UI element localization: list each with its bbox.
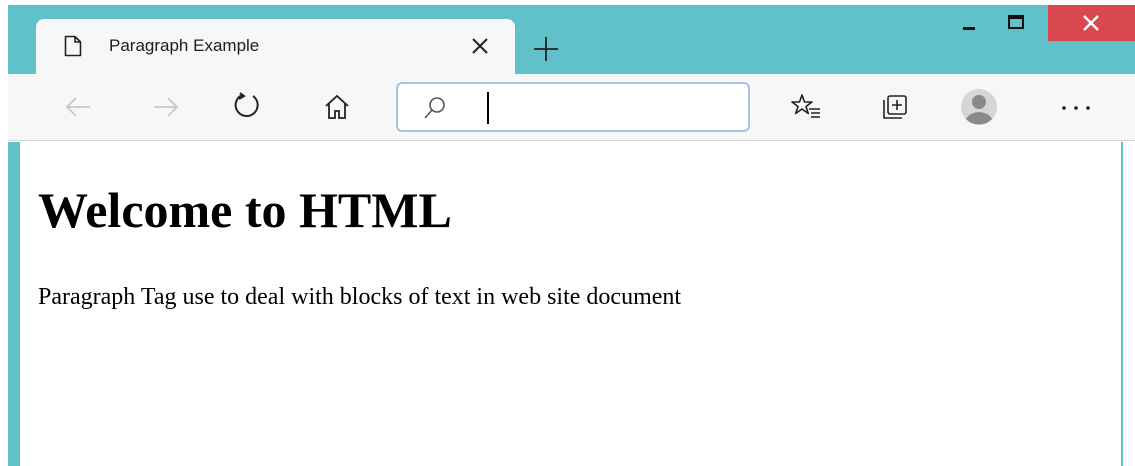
title-bar: Paragraph Example: [8, 5, 1135, 74]
page-heading: Welcome to HTML: [38, 182, 452, 238]
tab-close-icon[interactable]: [467, 33, 493, 59]
text-cursor: [487, 92, 489, 124]
page-viewport: Welcome to HTML Paragraph Tag use to dea…: [8, 142, 1123, 466]
maximize-button[interactable]: [994, 5, 1038, 41]
close-window-button[interactable]: [1048, 5, 1135, 41]
maximize-icon: [1008, 15, 1024, 29]
favorites-icon[interactable]: [791, 92, 821, 122]
close-icon: [1083, 15, 1099, 31]
more-icon[interactable]: [1058, 92, 1094, 122]
browser-window: Paragraph Example Welcome to HTML Paragr…: [0, 0, 1135, 466]
page-paragraph: Paragraph Tag use to deal with blocks of…: [38, 284, 682, 310]
browser-toolbar: [8, 74, 1135, 141]
profile-avatar[interactable]: [960, 88, 998, 126]
home-icon[interactable]: [322, 92, 352, 122]
refresh-icon[interactable]: [232, 91, 262, 121]
tab-paragraph-example[interactable]: Paragraph Example: [36, 19, 515, 74]
back-icon[interactable]: [63, 92, 93, 122]
address-bar[interactable]: [396, 82, 750, 132]
document-icon: [64, 35, 82, 57]
tab-title: Paragraph Example: [109, 36, 260, 55]
new-tab-icon[interactable]: [532, 35, 560, 63]
collections-icon[interactable]: [880, 92, 910, 122]
minimize-icon: [963, 27, 975, 30]
minimize-button[interactable]: [946, 5, 990, 41]
search-icon: [424, 97, 445, 119]
forward-icon[interactable]: [151, 92, 181, 122]
page-content: Welcome to HTML Paragraph Tag use to dea…: [28, 142, 1121, 466]
